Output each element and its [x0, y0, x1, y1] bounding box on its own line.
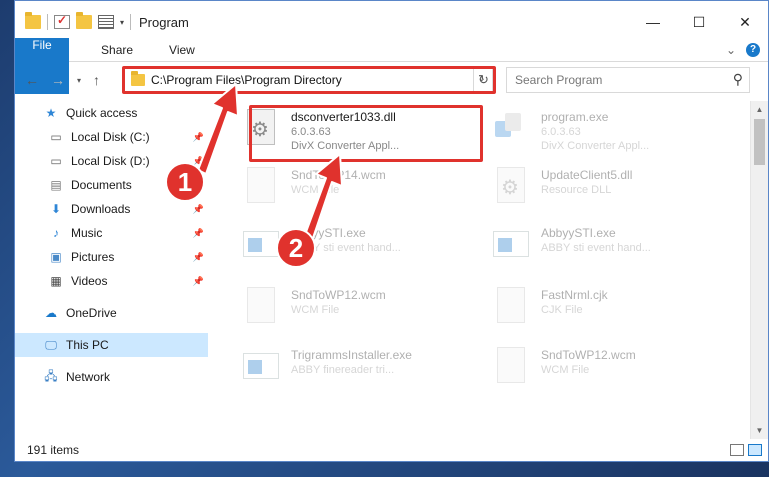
application-window-icon — [241, 347, 279, 393]
file-item[interactable]: AbbyySTI.exe ABBY sti event hand... — [481, 221, 721, 277]
title-bar: ▾ Program — ☐ ✕ — [15, 1, 768, 43]
network-icon: 🖧 — [44, 368, 58, 383]
item-count: 191 items — [27, 443, 80, 457]
pin-icon[interactable]: 📌 — [193, 276, 204, 287]
dll-file-icon: ⚙ — [491, 167, 529, 213]
window-title: Program — [139, 14, 189, 30]
scroll-up-icon[interactable]: ▲ — [751, 101, 768, 118]
download-arrow-icon: ⬇ — [50, 202, 62, 216]
nav-this-pc[interactable]: 🖵 This PC — [15, 333, 208, 357]
nav-music[interactable]: ♪ Music 📌 — [15, 221, 208, 245]
application-window-icon — [241, 225, 279, 271]
nav-network[interactable]: 🖧 Network — [15, 365, 208, 389]
application-window-icon — [491, 225, 529, 271]
pin-icon[interactable]: 📌 — [193, 252, 204, 263]
chevron-down-icon[interactable]: ▾ — [120, 18, 124, 27]
file-item[interactable]: TrigrammsInstaller.exe ABBY finereader t… — [231, 343, 471, 399]
nav-onedrive[interactable]: ☁ OneDrive — [15, 301, 208, 325]
explorer-window: ▾ Program — ☐ ✕ File Home Share View ⌄ ?… — [14, 0, 769, 462]
nav-videos[interactable]: ▦ Videos 📌 — [15, 269, 208, 293]
step-badge-1: 1 — [165, 162, 205, 202]
pin-icon[interactable]: 📌 — [193, 132, 204, 143]
tiles-view-icon[interactable] — [748, 444, 762, 456]
back-icon[interactable]: ← — [25, 72, 39, 88]
film-icon: ▦ — [50, 274, 62, 288]
blank-file-icon — [491, 347, 529, 393]
new-folder-icon[interactable] — [76, 12, 92, 29]
file-item[interactable]: FastNrml.cjk CJK File — [481, 283, 721, 339]
navigation-pane: ★ Quick access ▭ Local Disk (C:) 📌 ▭ Loc… — [15, 101, 208, 439]
file-item[interactable]: ⚙ UpdateClient5.dll Resource DLL — [481, 163, 721, 219]
tab-share[interactable]: Share — [83, 38, 151, 61]
tab-view[interactable]: View — [151, 38, 213, 61]
close-button[interactable]: ✕ — [722, 1, 768, 43]
vertical-scrollbar[interactable]: ▲ ▼ — [750, 101, 768, 439]
drive-icon: ▭ — [50, 130, 62, 144]
pin-icon[interactable]: 📌 — [193, 204, 204, 215]
music-note-icon: ♪ — [53, 226, 59, 240]
search-input[interactable]: Search Program ⚲ — [506, 67, 750, 93]
exe-file-icon — [491, 109, 529, 155]
file-item[interactable]: SndToWP12.wcm WCM File — [481, 343, 721, 399]
expand-ribbon-icon[interactable]: ⌄ — [726, 43, 736, 57]
file-highlight-box — [249, 105, 483, 162]
up-icon[interactable]: ↑ — [93, 72, 100, 88]
search-placeholder: Search Program — [515, 73, 603, 87]
blank-file-icon — [241, 287, 279, 333]
address-highlight-box — [122, 66, 496, 94]
file-item-program-exe[interactable]: program.exe 6.0.3.63 DivX Converter Appl… — [481, 105, 721, 161]
step-badge-2: 2 — [276, 228, 316, 268]
picture-icon: ▣ — [50, 250, 62, 264]
forward-icon[interactable]: → — [51, 72, 65, 88]
drive-icon: ▭ — [50, 154, 62, 168]
help-icon[interactable]: ? — [746, 42, 760, 57]
properties-check-icon[interactable] — [54, 13, 70, 29]
maximize-button[interactable]: ☐ — [676, 1, 722, 43]
window-controls: — ☐ ✕ — [630, 1, 768, 43]
details-view-icon[interactable] — [730, 444, 744, 456]
file-item[interactable]: AbbyySTI.exe ABBY sti event hand... — [231, 221, 471, 277]
star-icon: ★ — [45, 106, 57, 120]
pin-icon[interactable]: 📌 — [193, 228, 204, 239]
document-icon: ▤ — [50, 178, 62, 192]
quick-access-toolbar: ▾ — [15, 12, 132, 30]
ribbon-tabs: File Home Share View ⌄ ? — [15, 38, 768, 94]
cloud-icon: ☁ — [45, 306, 57, 320]
file-item[interactable]: SndToWP14.wcm WCM File — [231, 163, 471, 219]
scroll-thumb[interactable] — [754, 119, 765, 165]
nav-pictures[interactable]: ▣ Pictures 📌 — [15, 245, 208, 269]
address-row: ← → ▾ ↑ C:\Program Files\Program Directo… — [15, 66, 768, 94]
scroll-down-icon[interactable]: ▼ — [751, 422, 768, 439]
computer-icon: 🖵 — [45, 337, 57, 352]
file-item[interactable]: SndToWP12.wcm WCM File — [231, 283, 471, 339]
customize-toolbar-icon[interactable] — [98, 15, 114, 29]
minimize-button[interactable]: — — [630, 1, 676, 43]
recent-locations-icon[interactable]: ▾ — [77, 76, 81, 85]
search-icon[interactable]: ⚲ — [733, 71, 743, 88]
blank-file-icon — [241, 167, 279, 213]
blank-file-icon — [491, 287, 529, 333]
status-bar: 191 items — [15, 439, 768, 461]
nav-local-disk-c[interactable]: ▭ Local Disk (C:) 📌 — [15, 125, 208, 149]
nav-quick-access[interactable]: ★ Quick access — [15, 101, 208, 125]
folder-icon — [25, 12, 41, 29]
